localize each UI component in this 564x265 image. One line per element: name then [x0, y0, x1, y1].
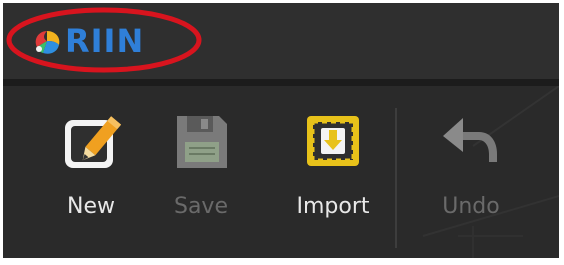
save-floppy-icon — [177, 116, 227, 168]
save-button[interactable]: Save — [155, 106, 247, 236]
import-label: Import — [296, 194, 370, 219]
title-bar: RIIN — [3, 3, 559, 79]
toolbar-divider — [395, 108, 397, 248]
import-button[interactable]: Import — [287, 106, 379, 236]
import-arrow-icon — [307, 116, 359, 166]
title-separator — [3, 79, 559, 86]
highlight-annotation — [6, 7, 202, 73]
undo-button[interactable]: Undo — [425, 106, 517, 236]
new-button[interactable]: New — [45, 106, 137, 236]
new-label: New — [67, 194, 115, 219]
save-label: Save — [173, 194, 228, 219]
undo-arrow-icon — [443, 118, 497, 162]
undo-label: Undo — [442, 194, 500, 219]
new-pencil-icon — [65, 116, 122, 168]
app-window: RIIN New Save Import Undo — [3, 3, 559, 258]
ribbon-toolbar: New Save Import Undo — [3, 86, 559, 258]
